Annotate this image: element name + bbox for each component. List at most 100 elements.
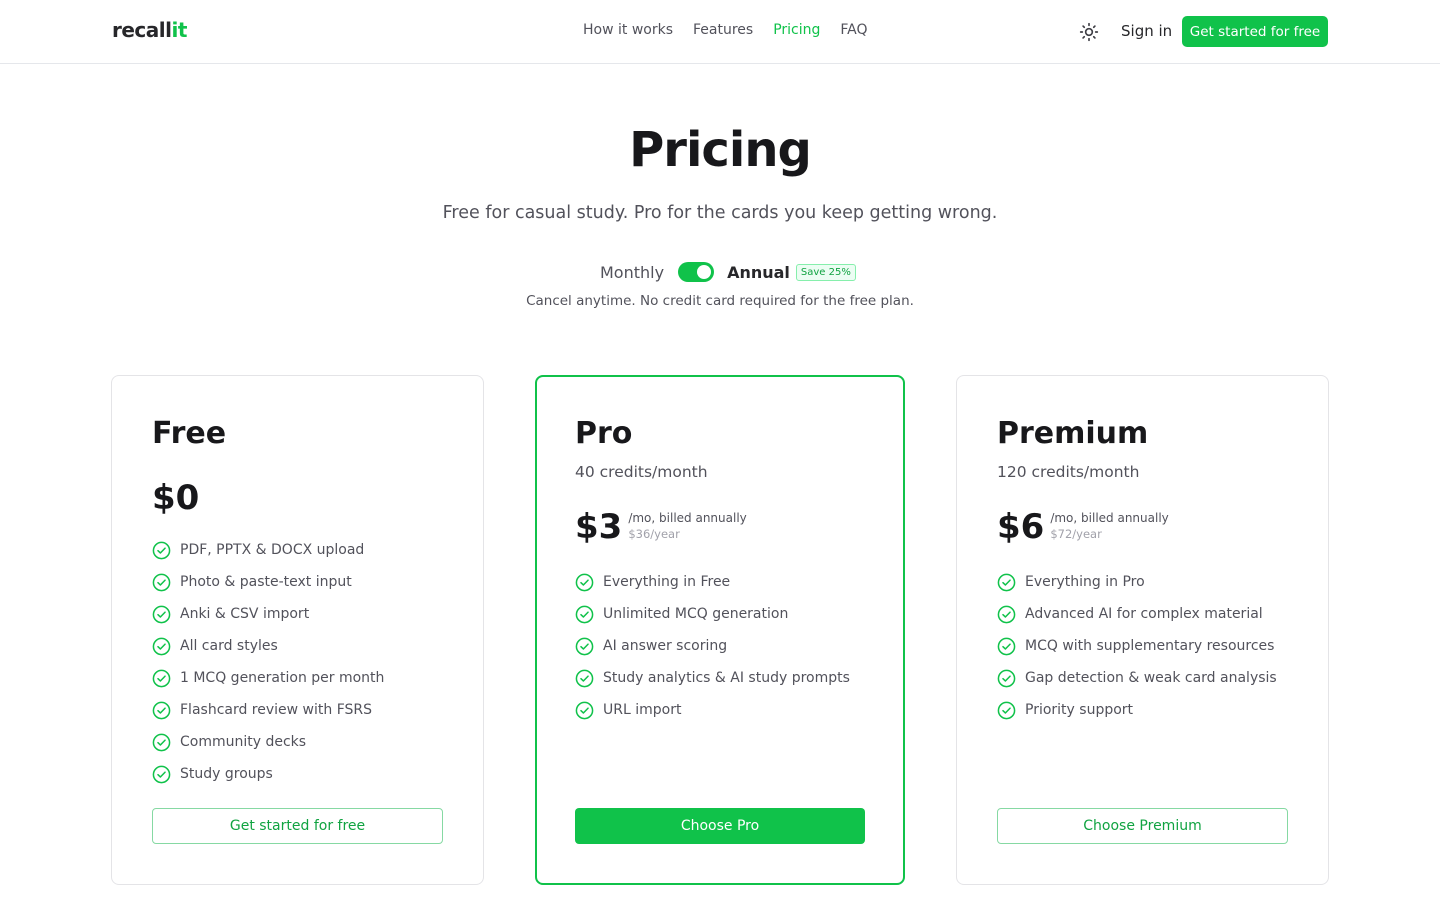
feature-text: Unlimited MCQ generation <box>603 606 789 622</box>
plan-card-pro: Pro 40 credits/month $3 /mo, billed annu… <box>535 375 905 885</box>
get-started-free-button[interactable]: Get started for free <box>152 808 443 844</box>
list-item: Community decks <box>152 726 384 758</box>
plan-price: $0 <box>152 478 200 518</box>
monthly-label[interactable]: Monthly <box>600 263 664 282</box>
check-circle-icon <box>152 669 171 687</box>
list-item: Unlimited MCQ generation <box>575 598 850 630</box>
check-circle-icon <box>997 605 1016 623</box>
get-started-button[interactable]: Get started for free <box>1182 16 1328 47</box>
logo-main: recall <box>112 18 172 42</box>
feature-list: Everything in Pro Advanced AI for comple… <box>997 566 1277 726</box>
price-row: $6 /mo, billed annually $72/year <box>997 507 1169 547</box>
choose-pro-button[interactable]: Choose Pro <box>575 808 865 844</box>
billing-text: /mo, billed annually <box>628 511 747 525</box>
yearly-price: $36/year <box>628 527 680 541</box>
list-item: Gap detection & weak card analysis <box>997 662 1277 694</box>
check-circle-icon <box>152 765 171 783</box>
feature-text: Flashcard review with FSRS <box>180 702 373 718</box>
save-badge: Save 25% <box>795 263 856 281</box>
check-circle-icon <box>997 573 1016 591</box>
list-item: Flashcard review with FSRS <box>152 694 384 726</box>
cancel-note: Cancel anytime. No credit card required … <box>526 293 914 309</box>
plan-credits: 120 credits/month <box>997 463 1140 481</box>
billing-toggle[interactable] <box>678 262 715 282</box>
price-row: $3 /mo, billed annually $36/year <box>575 507 747 547</box>
check-circle-icon <box>575 637 594 655</box>
nav-features[interactable]: Features <box>693 22 753 38</box>
feature-text: 1 MCQ generation per month <box>180 670 385 686</box>
check-circle-icon <box>152 573 171 591</box>
plan-name: Free <box>152 416 227 451</box>
list-item: AI answer scoring <box>575 630 850 662</box>
plan-credits: 40 credits/month <box>575 463 708 481</box>
check-circle-icon <box>152 701 171 719</box>
list-item: Priority support <box>997 694 1277 726</box>
plan-card-free: Free $0 PDF, PPTX & DOCX upload Photo & … <box>111 375 484 885</box>
main-nav: How it works Features Pricing FAQ <box>583 22 868 38</box>
check-circle-icon <box>152 605 171 623</box>
yearly-price: $72/year <box>1050 527 1102 541</box>
nav-how-it-works[interactable]: How it works <box>583 22 673 38</box>
feature-list: Everything in Free Unlimited MCQ generat… <box>575 566 850 726</box>
logo[interactable]: recallit <box>112 18 187 42</box>
price-meta: /mo, billed annually $72/year <box>1050 511 1168 542</box>
check-circle-icon <box>152 541 171 559</box>
nav-faq[interactable]: FAQ <box>840 22 867 38</box>
feature-text: MCQ with supplementary resources <box>1025 638 1275 654</box>
check-circle-icon <box>575 573 594 591</box>
feature-text: All card styles <box>180 638 278 654</box>
check-circle-icon <box>152 637 171 655</box>
feature-text: Anki & CSV import <box>180 606 310 622</box>
plan-price: $6 <box>997 507 1045 547</box>
choose-premium-button[interactable]: Choose Premium <box>997 808 1288 844</box>
check-circle-icon <box>997 637 1016 655</box>
check-circle-icon <box>575 605 594 623</box>
billing-period-switch: Monthly Annual Save 25% <box>600 260 856 284</box>
billing-text: /mo, billed annually <box>1050 511 1169 525</box>
check-circle-icon <box>997 669 1016 687</box>
plan-price: $3 <box>575 507 623 547</box>
feature-text: Photo & paste-text input <box>180 574 352 590</box>
top-nav-bar: recallit How it works Features Pricing F… <box>0 0 1440 64</box>
feature-text: Advanced AI for complex material <box>1025 606 1263 622</box>
list-item: Study analytics & AI study prompts <box>575 662 850 694</box>
feature-list: PDF, PPTX & DOCX upload Photo & paste-te… <box>152 534 384 790</box>
nav-pricing[interactable]: Pricing <box>773 22 820 38</box>
page-subtitle: Free for casual study. Pro for the cards… <box>442 203 998 223</box>
feature-text: Study analytics & AI study prompts <box>603 670 850 686</box>
feature-text: PDF, PPTX & DOCX upload <box>180 542 365 558</box>
sign-in-link[interactable]: Sign in <box>1121 22 1172 40</box>
plan-name: Premium <box>997 416 1149 451</box>
list-item: Study groups <box>152 758 384 790</box>
annual-label[interactable]: Annual <box>727 263 790 282</box>
feature-text: Gap detection & weak card analysis <box>1025 670 1277 686</box>
list-item: Anki & CSV import <box>152 598 384 630</box>
page-title: Pricing <box>629 122 812 178</box>
list-item: PDF, PPTX & DOCX upload <box>152 534 384 566</box>
list-item: URL import <box>575 694 850 726</box>
check-circle-icon <box>575 669 594 687</box>
plan-card-premium: Premium 120 credits/month $6 /mo, billed… <box>956 375 1329 885</box>
feature-text: Community decks <box>180 734 307 750</box>
price-meta: /mo, billed annually $36/year <box>628 511 746 542</box>
list-item: 1 MCQ generation per month <box>152 662 384 694</box>
list-item: MCQ with supplementary resources <box>997 630 1277 662</box>
sun-icon <box>1079 22 1099 42</box>
feature-text: Study groups <box>180 766 273 782</box>
theme-toggle-button[interactable] <box>1078 21 1100 43</box>
feature-text: Everything in Pro <box>1025 574 1145 590</box>
price-row: $0 <box>152 478 199 518</box>
check-circle-icon <box>575 701 594 719</box>
check-circle-icon <box>152 733 171 751</box>
plan-name: Pro <box>575 416 633 451</box>
feature-text: Everything in Free <box>603 574 731 590</box>
feature-text: URL import <box>603 702 682 718</box>
feature-text: AI answer scoring <box>603 638 728 654</box>
list-item: Advanced AI for complex material <box>997 598 1277 630</box>
logo-accent: it <box>171 18 188 42</box>
list-item: Everything in Pro <box>997 566 1277 598</box>
list-item: Photo & paste-text input <box>152 566 384 598</box>
toggle-knob <box>697 265 712 279</box>
list-item: All card styles <box>152 630 384 662</box>
feature-text: Priority support <box>1025 702 1134 718</box>
